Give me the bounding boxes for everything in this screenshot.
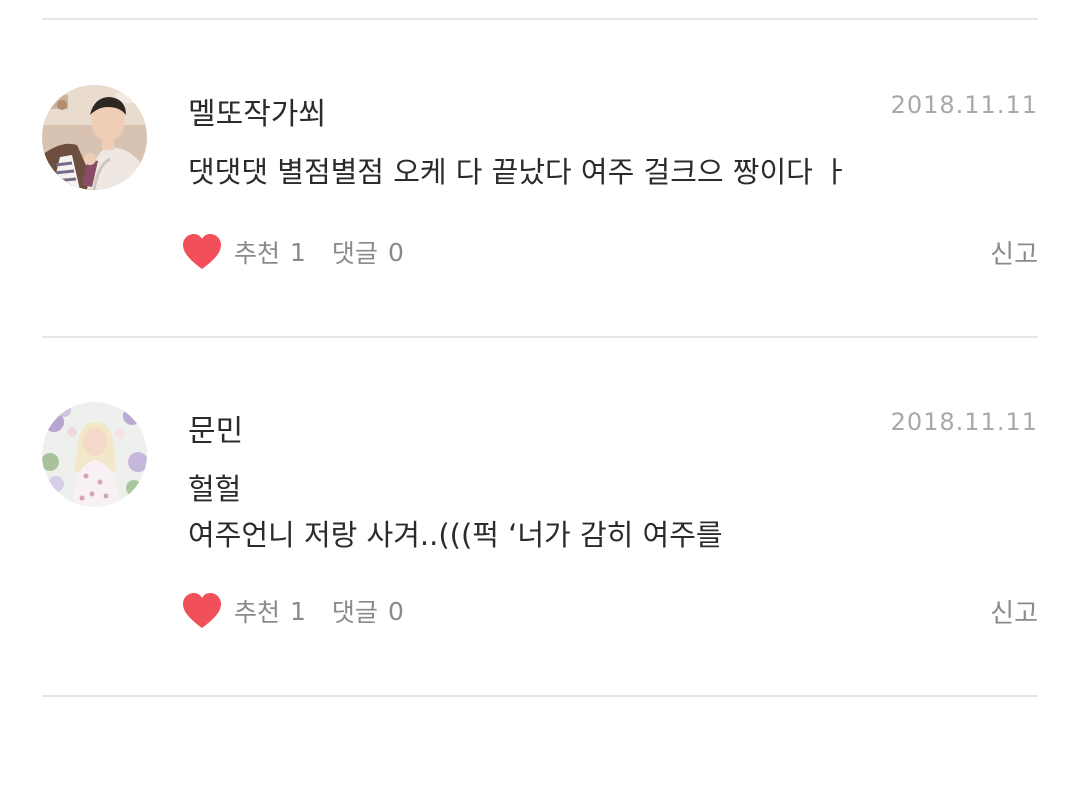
comment-body: 헐헐 여주언니 저랑 사겨..(((퍽 ‘너가 감히 여주를 (188, 466, 723, 558)
comment-body: 댓댓댓 별점별점 오케 다 끝났다 여주 걸크으 짱이다 ㅏ (188, 149, 849, 195)
heart-icon[interactable] (182, 592, 222, 630)
comment-text-line: 여주언니 저랑 사겨..(((퍽 ‘너가 감히 여주를 (188, 518, 723, 552)
reply-count: 0 (387, 237, 404, 267)
recommend-button[interactable]: 추천 1 (182, 592, 306, 630)
comment-date: 2018.11.11 (890, 408, 1038, 436)
comment-item: 멜또작가쐬 2018.11.11 댓댓댓 별점별점 오케 다 끝났다 여주 걸크… (42, 85, 1038, 285)
avatar[interactable] (42, 85, 147, 190)
reply-label: 댓글 (331, 239, 378, 268)
comment-date: 2018.11.11 (890, 91, 1038, 119)
heart-icon[interactable] (182, 233, 222, 271)
recommend-button[interactable]: 추천 1 (182, 233, 306, 271)
divider (42, 336, 1038, 338)
comment-author[interactable]: 멜또작가쐬 (188, 89, 326, 133)
avatar[interactable] (42, 402, 147, 507)
reply-label: 댓글 (331, 598, 378, 627)
comment-item: 문민 2018.11.11 헐헐 여주언니 저랑 사겨..(((퍽 ‘너가 감히… (42, 402, 1038, 642)
comment-text-line: 헐헐 (188, 472, 242, 506)
reply-button[interactable]: 댓글 0 (332, 234, 404, 270)
report-button[interactable]: 신고 (990, 593, 1038, 630)
divider (42, 695, 1038, 697)
recommend-count: 1 (290, 596, 306, 626)
comment-actions: 추천 1 댓글 0 신고 (182, 589, 1038, 633)
reply-count: 0 (387, 596, 404, 626)
recommend-label: 추천 (234, 239, 281, 268)
reply-button[interactable]: 댓글 0 (332, 593, 404, 629)
comment-actions: 추천 1 댓글 0 신고 (182, 230, 1038, 274)
recommend-label: 추천 (234, 598, 281, 627)
comment-text-line: 댓댓댓 별점별점 오케 다 끝났다 여주 걸크으 짱이다 ㅏ (188, 155, 849, 189)
comment-author[interactable]: 문민 (188, 406, 243, 450)
recommend-count: 1 (290, 237, 306, 267)
divider-top (42, 18, 1038, 20)
report-button[interactable]: 신고 (990, 234, 1038, 271)
